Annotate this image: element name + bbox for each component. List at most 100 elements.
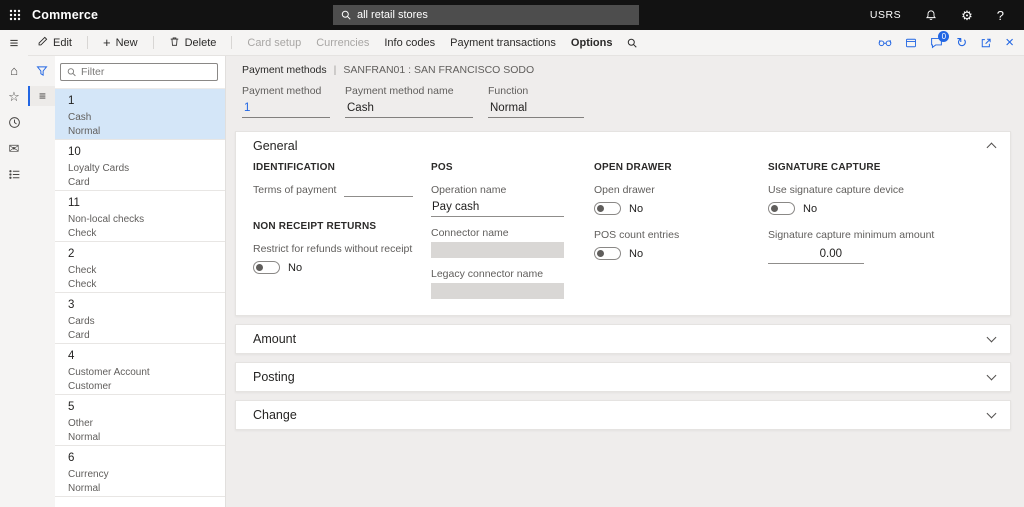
currencies-label: Currencies bbox=[316, 36, 370, 49]
edit-button[interactable]: Edit bbox=[37, 36, 72, 50]
general-section-title: General bbox=[253, 139, 298, 153]
item-function: Card bbox=[68, 330, 90, 341]
refresh-icon[interactable]: ↻ bbox=[956, 36, 967, 49]
list-item[interactable]: 3 Cards Card bbox=[55, 293, 225, 344]
home-icon[interactable]: ⌂ bbox=[0, 64, 28, 77]
currencies-button[interactable]: Currencies bbox=[316, 37, 369, 49]
list-item[interactable]: 6 Currency Normal bbox=[55, 446, 225, 497]
filter-input[interactable] bbox=[81, 66, 211, 78]
identification-heading: IDENTIFICATION bbox=[253, 162, 336, 173]
separator bbox=[86, 36, 88, 49]
modules-icon[interactable] bbox=[0, 168, 28, 181]
filter-box[interactable] bbox=[60, 63, 218, 81]
help-icon[interactable]: ? bbox=[997, 9, 1004, 22]
mail-icon[interactable]: ✉ bbox=[0, 142, 28, 155]
open-drawer-label: Open drawer bbox=[594, 184, 655, 196]
item-function: Normal bbox=[68, 126, 101, 137]
payment-method-list: 1 Cash Normal 10 Loyalty Cards Card 11 N… bbox=[55, 88, 225, 507]
item-name: Cash bbox=[68, 112, 92, 123]
global-search-input[interactable] bbox=[357, 9, 631, 21]
restrict-refunds-value: No bbox=[288, 261, 303, 274]
pos-count-entries-label: POS count entries bbox=[594, 229, 680, 241]
list-item[interactable]: 11 Non-local checks Check bbox=[55, 191, 225, 242]
terms-of-payment-input[interactable] bbox=[344, 184, 413, 197]
pos-count-entries-value: No bbox=[629, 247, 644, 260]
new-label: New bbox=[115, 36, 138, 49]
user-initials[interactable]: USRS bbox=[870, 9, 901, 21]
window-icon[interactable] bbox=[905, 37, 917, 49]
item-function: Normal bbox=[68, 483, 101, 494]
list-item[interactable]: 5 Other Normal bbox=[55, 395, 225, 446]
card-setup-button[interactable]: Card setup bbox=[247, 37, 301, 49]
pos-count-entries-toggle[interactable] bbox=[594, 247, 621, 260]
item-id: 11 bbox=[68, 197, 80, 209]
breadcrumb-title[interactable]: Payment methods bbox=[242, 64, 327, 76]
open-drawer-heading: OPEN DRAWER bbox=[594, 162, 672, 173]
popout-icon[interactable] bbox=[980, 37, 992, 49]
signature-minimum-amount-input[interactable]: 0.00 bbox=[768, 245, 864, 264]
card-setup-label: Card setup bbox=[247, 36, 302, 49]
list-item[interactable]: 10 Loyalty Cards Card bbox=[55, 140, 225, 191]
function-label: Function bbox=[488, 85, 529, 97]
info-codes-button[interactable]: Info codes bbox=[384, 37, 435, 49]
operation-name-input[interactable]: Pay cash bbox=[431, 198, 564, 217]
item-function: Check bbox=[68, 279, 97, 290]
posting-section-header[interactable]: Posting bbox=[236, 363, 1010, 391]
open-drawer-toggle[interactable] bbox=[594, 202, 621, 215]
signature-device-value: No bbox=[803, 202, 818, 215]
global-search[interactable] bbox=[333, 5, 639, 25]
panel-list-area: 1 Cash Normal 10 Loyalty Cards Card 11 bbox=[55, 56, 225, 507]
item-name: Check bbox=[68, 265, 97, 276]
amount-section-title: Amount bbox=[253, 332, 297, 346]
general-section-header[interactable]: General bbox=[236, 132, 1010, 160]
section-posting: Posting bbox=[235, 362, 1011, 392]
waffle-menu-icon[interactable] bbox=[0, 9, 30, 21]
details-pane: Payment methods | SANFRAN01 : SAN FRANCI… bbox=[226, 56, 1024, 507]
options-button[interactable]: Options bbox=[571, 37, 613, 49]
chevron-down-icon bbox=[986, 408, 997, 419]
section-change: Change bbox=[235, 400, 1011, 430]
legacy-connector-name-label: Legacy connector name bbox=[431, 268, 544, 280]
info-codes-label: Info codes bbox=[384, 36, 436, 49]
app-title[interactable]: Commerce bbox=[32, 8, 98, 22]
filter-funnel-icon[interactable] bbox=[28, 65, 55, 77]
signature-minimum-amount-label: Signature capture minimum amount bbox=[768, 229, 935, 241]
list-item[interactable]: 2 Check Check bbox=[55, 242, 225, 293]
list-view-icon[interactable]: ≡ bbox=[28, 86, 55, 106]
feedback-chat-button[interactable]: 0 bbox=[930, 31, 950, 49]
change-section-header[interactable]: Change bbox=[236, 401, 1010, 429]
function-value[interactable]: Normal bbox=[488, 102, 584, 118]
glasses-icon[interactable] bbox=[878, 37, 892, 48]
list-item[interactable]: 4 Customer Account Customer bbox=[55, 344, 225, 395]
hamburger-icon[interactable]: ≡ bbox=[0, 36, 28, 51]
new-button[interactable]: + New bbox=[103, 36, 138, 49]
item-id: 4 bbox=[68, 350, 75, 362]
app-window: Commerce USRS ⚙ ? ≡ ⌂ ☆ ✉ bbox=[0, 0, 1024, 507]
payment-method-name-input[interactable]: Cash bbox=[345, 102, 473, 118]
pencil-icon bbox=[37, 36, 48, 50]
header-fields: Payment method 1 Payment method name Cas… bbox=[242, 85, 1011, 118]
terms-of-payment-label: Terms of payment bbox=[253, 184, 337, 196]
signature-device-toggle[interactable] bbox=[768, 202, 795, 215]
payment-transactions-button[interactable]: Payment transactions bbox=[450, 37, 556, 49]
close-icon[interactable]: × bbox=[1005, 35, 1014, 50]
actionbar-search-button[interactable] bbox=[627, 38, 638, 48]
list-item[interactable]: 1 Cash Normal bbox=[55, 89, 225, 140]
gear-icon[interactable]: ⚙ bbox=[961, 9, 973, 22]
delete-button[interactable]: Delete bbox=[169, 36, 216, 50]
restrict-refunds-toggle[interactable] bbox=[253, 261, 280, 274]
item-name: Non-local checks bbox=[68, 214, 145, 225]
star-icon[interactable]: ☆ bbox=[0, 90, 28, 103]
action-bar: Edit + New Delete Card setup Currencies … bbox=[28, 30, 1024, 56]
connector-name-label: Connector name bbox=[431, 227, 509, 239]
clock-icon[interactable] bbox=[0, 116, 28, 129]
open-drawer-value: No bbox=[629, 202, 644, 215]
legacy-connector-name-input bbox=[431, 283, 564, 299]
item-id: 5 bbox=[68, 401, 75, 413]
change-section-title: Change bbox=[253, 408, 297, 422]
separator bbox=[152, 36, 154, 49]
signature-capture-heading: SIGNATURE CAPTURE bbox=[768, 162, 881, 173]
bell-icon[interactable] bbox=[925, 9, 937, 21]
payment-method-value[interactable]: 1 bbox=[242, 102, 330, 118]
amount-section-header[interactable]: Amount bbox=[236, 325, 1010, 353]
